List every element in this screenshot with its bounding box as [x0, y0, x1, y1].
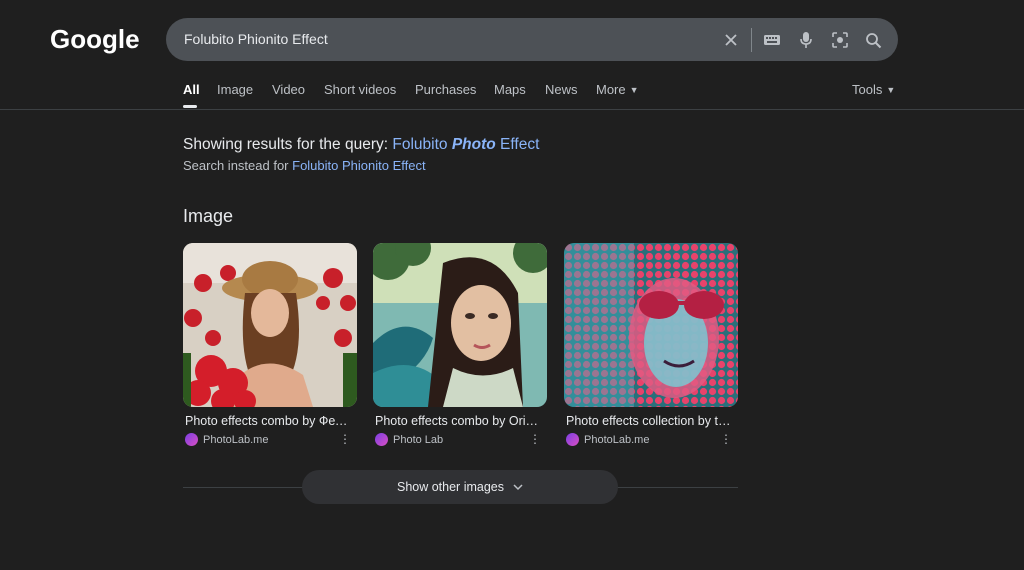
- tools-button[interactable]: Tools ▼: [852, 82, 895, 97]
- caret-down-icon: ▼: [629, 85, 639, 95]
- tab-more-label: More: [596, 82, 626, 97]
- corrected-query-part3: Effect: [495, 136, 540, 153]
- corrected-query-emphasis: Photo: [451, 136, 496, 153]
- more-options-icon[interactable]: ⋮: [529, 432, 541, 446]
- search-instead-link[interactable]: Folubito Phionito Effect: [292, 158, 425, 173]
- image-caption[interactable]: Photo effects combo by Orifj...: [373, 414, 541, 428]
- image-result-card[interactable]: Photo effects collection by ta... PhotoL…: [564, 243, 738, 446]
- more-options-icon[interactable]: ⋮: [720, 432, 732, 446]
- source-name: Photo Lab: [393, 433, 444, 446]
- corrected-query-link[interactable]: Folubito Photo Effect: [392, 136, 539, 153]
- spelling-correction: Showing results for the query: Folubito …: [183, 136, 539, 154]
- source-name: PhotoLab.me: [203, 433, 269, 446]
- caret-down-icon: ▼: [886, 85, 896, 95]
- tab-more[interactable]: More ▼: [596, 82, 639, 97]
- tab-short-videos[interactable]: Short videos: [324, 82, 396, 97]
- tab-video[interactable]: Video: [272, 82, 305, 97]
- photolab-favicon-icon: [566, 433, 579, 446]
- image-thumbnail[interactable]: [373, 243, 547, 407]
- search-icon[interactable]: [862, 29, 884, 51]
- photolab-favicon-icon: [375, 433, 388, 446]
- search-input[interactable]: Folubito Phionito Effect: [184, 31, 328, 47]
- microphone-icon[interactable]: [795, 29, 817, 51]
- image-caption[interactable]: Photo effects combo by Фел...: [183, 414, 351, 428]
- image-source: PhotoLab.me ⋮: [183, 432, 357, 446]
- photolab-favicon-icon: [185, 433, 198, 446]
- show-other-images-button[interactable]: Show other images: [302, 470, 618, 504]
- show-other-images-label: Show other images: [396, 480, 504, 494]
- more-options-icon[interactable]: ⋮: [339, 432, 351, 446]
- image-caption[interactable]: Photo effects collection by ta...: [564, 414, 732, 428]
- corrected-query-part1: Folubito: [392, 136, 452, 153]
- keyboard-icon[interactable]: [761, 29, 783, 51]
- image-result-card[interactable]: Photo effects combo by Orifj... Photo La…: [373, 243, 547, 446]
- tab-news[interactable]: News: [545, 82, 578, 97]
- google-logo[interactable]: Google: [50, 24, 140, 55]
- camera-lens-icon[interactable]: [829, 29, 851, 51]
- search-instead-prefix: Search instead for: [183, 158, 293, 173]
- image-section-title: Image: [183, 206, 234, 226]
- active-tab-indicator: [183, 105, 197, 108]
- correction-prefix: Showing results for the query:: [183, 136, 393, 153]
- clear-icon[interactable]: [720, 29, 742, 51]
- tab-all[interactable]: All: [183, 82, 200, 97]
- search-bar-divider: [751, 28, 752, 52]
- tab-purchases[interactable]: Purchases: [415, 82, 476, 97]
- image-thumbnail[interactable]: [564, 243, 738, 407]
- search-bar[interactable]: Folubito Phionito Effect: [166, 18, 898, 61]
- tabs-divider: [0, 109, 1024, 110]
- search-instead: Search instead for Folubito Phionito Eff…: [183, 158, 426, 173]
- chevron-down-icon: [513, 483, 523, 490]
- tab-maps[interactable]: Maps: [494, 82, 526, 97]
- image-source: Photo Lab ⋮: [373, 432, 547, 446]
- image-source: PhotoLab.me ⋮: [564, 432, 738, 446]
- source-name: PhotoLab.me: [584, 433, 650, 446]
- image-thumbnail[interactable]: [183, 243, 357, 407]
- image-result-card[interactable]: Photo effects combo by Фел... PhotoLab.m…: [183, 243, 357, 446]
- tab-image[interactable]: Image: [217, 82, 253, 97]
- tools-label: Tools: [852, 82, 883, 97]
